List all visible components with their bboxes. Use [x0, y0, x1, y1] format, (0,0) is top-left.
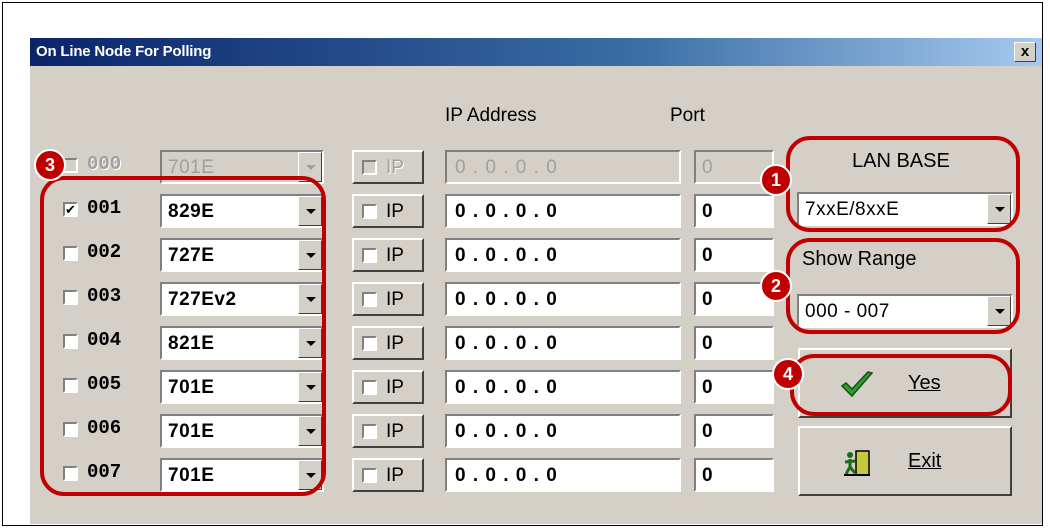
ip-toggle-label: IP	[386, 289, 404, 310]
ip-checkbox[interactable]	[362, 336, 377, 351]
ip-checkbox[interactable]	[362, 292, 377, 307]
port-value: 0	[702, 421, 714, 442]
ip-toggle-button[interactable]: IP	[352, 414, 424, 448]
ip-toggle-button[interactable]: IP	[352, 370, 424, 404]
callout-badge-1: 1	[760, 164, 792, 196]
ip-address-header: IP Address	[445, 105, 537, 126]
port-header: Port	[670, 105, 705, 126]
port-field[interactable]: 0	[694, 238, 774, 272]
ip-checkbox[interactable]	[362, 468, 377, 483]
window-title: On Line Node For Polling	[36, 43, 212, 60]
ip-address-field[interactable]: 0 . 0 . 0 . 0	[445, 150, 681, 184]
close-button[interactable]: x	[1014, 42, 1036, 62]
ip-address-value: 0 . 0 . 0 . 0	[455, 333, 558, 354]
callout-ring-lan-base	[786, 136, 1020, 232]
ip-address-value: 0 . 0 . 0 . 0	[455, 157, 558, 178]
ip-address-value: 0 . 0 . 0 . 0	[455, 289, 558, 310]
ip-checkbox[interactable]	[362, 204, 377, 219]
ip-toggle-button[interactable]: IP	[352, 238, 424, 272]
ip-checkbox[interactable]	[362, 424, 377, 439]
ip-toggle-label: IP	[386, 377, 404, 398]
ip-toggle-button[interactable]: IP	[352, 282, 424, 316]
ip-toggle-button[interactable]: IP	[352, 458, 424, 492]
exit-door-icon	[844, 450, 870, 476]
ip-checkbox[interactable]	[362, 248, 377, 263]
ip-toggle-label: IP	[386, 245, 404, 266]
ip-address-value: 0 . 0 . 0 . 0	[455, 245, 558, 266]
callout-ring-show-range	[786, 238, 1020, 334]
ip-toggle-label: IP	[386, 465, 404, 486]
port-value: 0	[702, 245, 714, 266]
ip-toggle-label: IP	[386, 333, 404, 354]
port-value: 0	[702, 157, 714, 178]
ip-toggle-label: IP	[386, 157, 404, 178]
exit-button[interactable]: Exit	[798, 426, 1012, 496]
port-value: 0	[702, 377, 714, 398]
node-id: 000	[87, 153, 122, 175]
port-field[interactable]: 0	[694, 458, 774, 492]
callout-badge-3: 3	[34, 149, 66, 181]
port-field[interactable]: 0	[694, 414, 774, 448]
ip-address-value: 0 . 0 . 0 . 0	[455, 465, 558, 486]
port-value: 0	[702, 333, 714, 354]
ip-toggle-button[interactable]: IP	[352, 326, 424, 360]
polling-dialog: On Line Node For Polling x IP Address Po…	[30, 38, 1042, 524]
port-field[interactable]: 0	[694, 370, 774, 404]
ip-address-value: 0 . 0 . 0 . 0	[455, 421, 558, 442]
ip-toggle-button[interactable]: IP	[352, 150, 424, 184]
callout-badge-4: 4	[772, 358, 804, 390]
ip-address-field[interactable]: 0 . 0 . 0 . 0	[445, 282, 681, 316]
callout-ring-yes	[790, 354, 1012, 416]
callout-badge-2: 2	[760, 270, 792, 302]
ip-checkbox[interactable]	[362, 160, 377, 175]
ip-address-value: 0 . 0 . 0 . 0	[455, 201, 558, 222]
ip-address-field[interactable]: 0 . 0 . 0 . 0	[445, 458, 681, 492]
ip-toggle-label: IP	[386, 421, 404, 442]
exit-button-label: Exit	[908, 450, 942, 472]
ip-checkbox[interactable]	[362, 380, 377, 395]
title-bar: On Line Node For Polling x	[30, 38, 1042, 66]
ip-address-field[interactable]: 0 . 0 . 0 . 0	[445, 370, 681, 404]
port-field[interactable]: 0	[694, 194, 774, 228]
port-value: 0	[702, 465, 714, 486]
ip-address-field[interactable]: 0 . 0 . 0 . 0	[445, 326, 681, 360]
ip-toggle-button[interactable]: IP	[352, 194, 424, 228]
ip-address-field[interactable]: 0 . 0 . 0 . 0	[445, 414, 681, 448]
port-value: 0	[702, 289, 714, 310]
port-field[interactable]: 0	[694, 326, 774, 360]
ip-toggle-label: IP	[386, 201, 404, 222]
port-value: 0	[702, 201, 714, 222]
ip-address-field[interactable]: 0 . 0 . 0 . 0	[445, 238, 681, 272]
callout-ring-node-list	[40, 176, 326, 496]
ip-address-value: 0 . 0 . 0 . 0	[455, 377, 558, 398]
ip-address-field[interactable]: 0 . 0 . 0 . 0	[445, 194, 681, 228]
